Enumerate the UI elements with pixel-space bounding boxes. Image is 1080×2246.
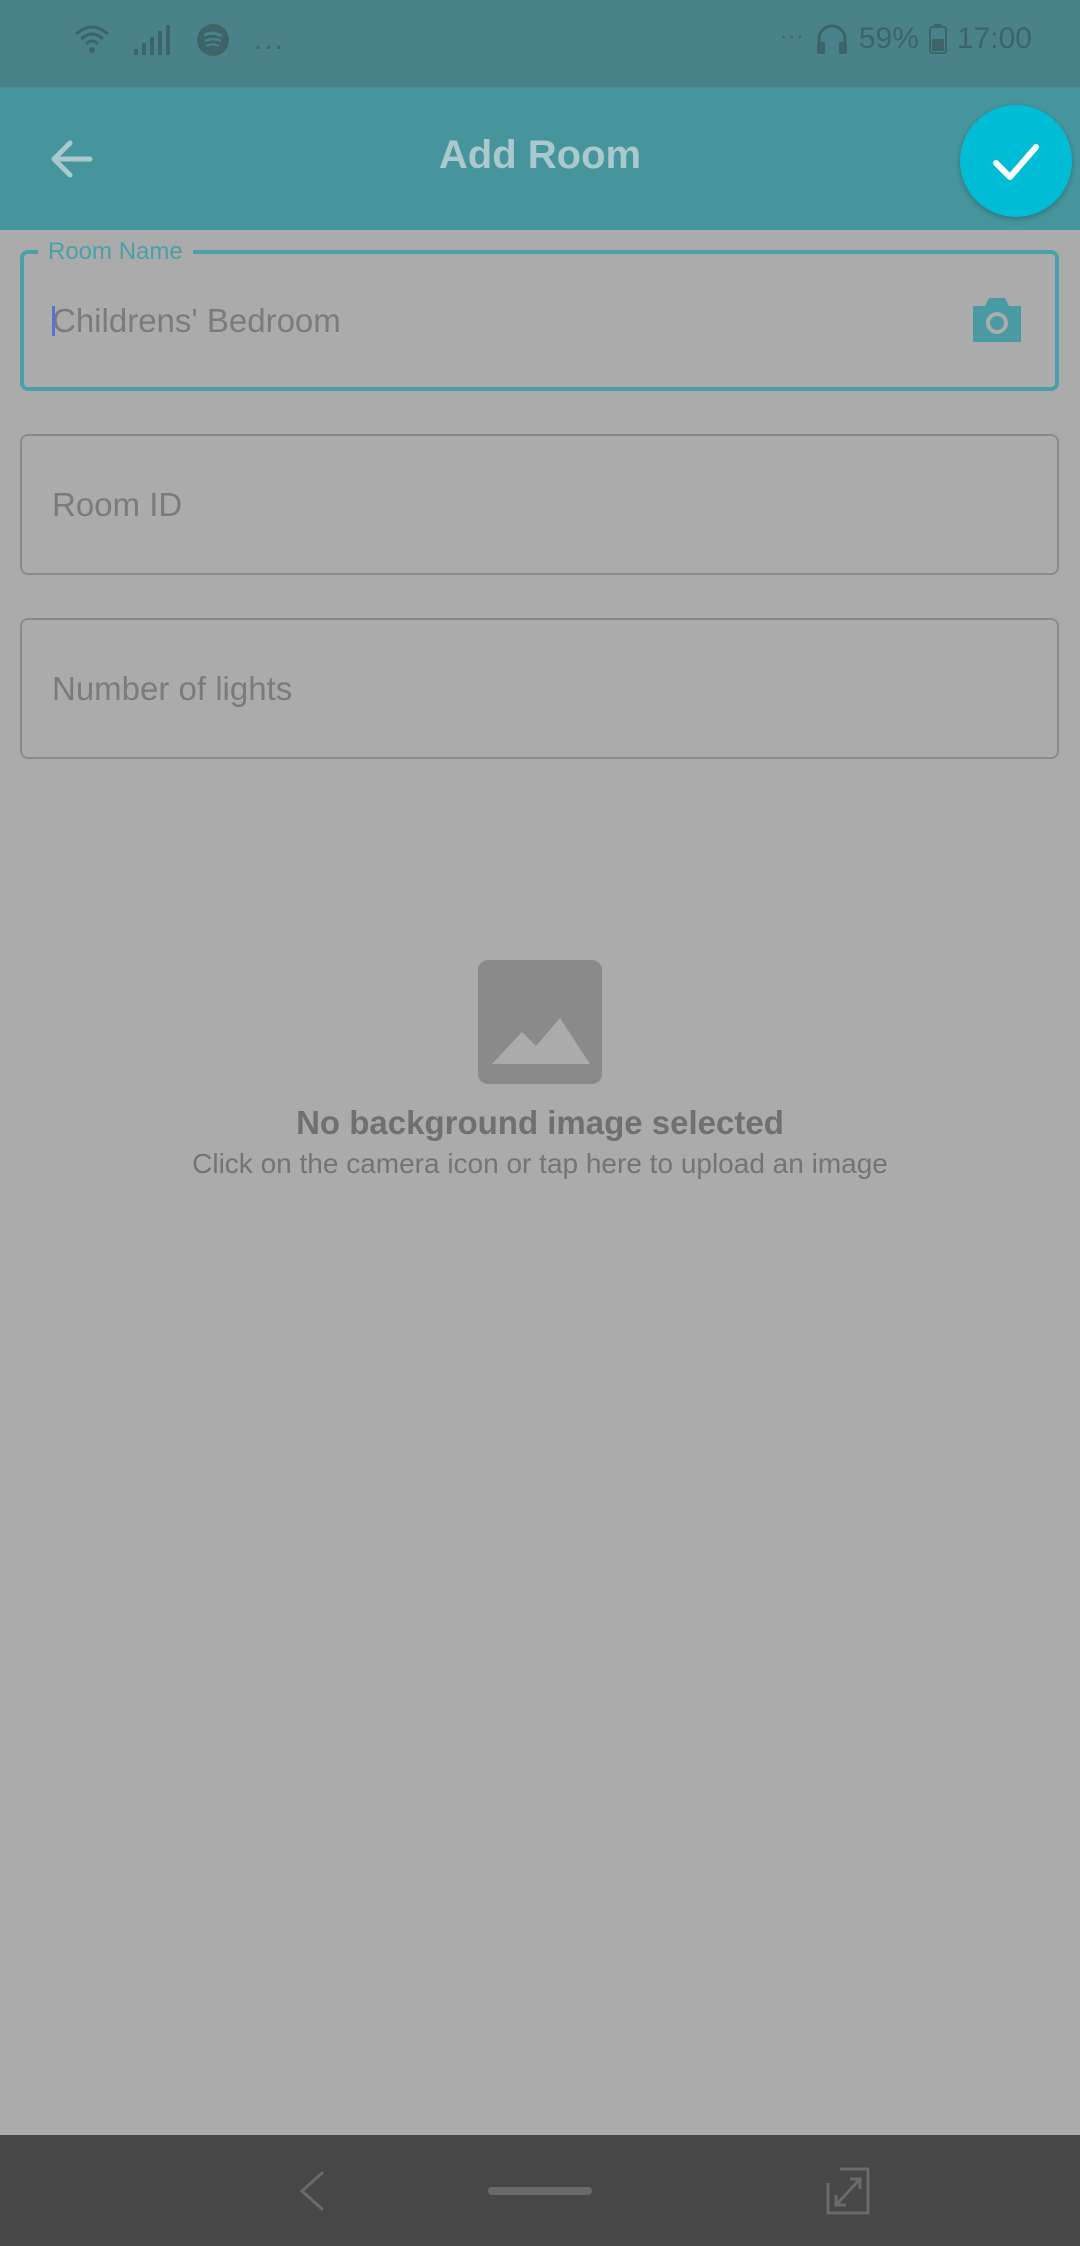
home-bar[interactable] — [488, 2187, 592, 2195]
system-nav-bar — [0, 2135, 1080, 2246]
status-right-dots: ... — [780, 18, 805, 43]
battery-icon — [928, 24, 947, 54]
status-time: 17:00 — [956, 22, 1032, 55]
number-of-lights-placeholder: Number of lights — [52, 669, 293, 707]
room-id-field[interactable]: Room ID — [20, 434, 1059, 575]
rotate-icon[interactable] — [824, 2167, 872, 2215]
status-left: ... — [74, 22, 285, 58]
room-name-value: Childrens' Bedroom — [52, 301, 341, 339]
empty-state-title: No background image selected — [296, 1104, 784, 1141]
page-title: Add Room — [438, 133, 642, 177]
spotify-icon — [197, 24, 229, 56]
nav-back-icon[interactable] — [292, 2167, 332, 2215]
room-name-field[interactable]: Room Name Childrens' Bedroom — [20, 238, 1059, 391]
status-right: ... 59% 17:00 — [781, 18, 1032, 56]
number-of-lights-field[interactable]: Number of lights — [20, 618, 1059, 759]
status-bar: ... ... 59% 17:00 — [0, 0, 1080, 87]
room-id-placeholder: Room ID — [52, 485, 183, 523]
app-bar: Add Room — [0, 87, 1080, 230]
check-icon — [993, 144, 1039, 180]
headphones-icon — [816, 24, 847, 54]
wifi-icon — [75, 25, 109, 53]
battery-percent: 59% — [858, 22, 919, 55]
camera-icon[interactable] — [969, 294, 1025, 346]
room-name-label: Room Name — [38, 238, 193, 266]
room-name-input[interactable]: Childrens' Bedroom — [52, 302, 341, 340]
status-more-dots: ... — [254, 23, 286, 56]
background-image-placeholder[interactable]: No background image selected Click on th… — [0, 960, 1080, 1180]
save-button[interactable] — [960, 105, 1072, 217]
text-cursor — [52, 305, 55, 336]
image-icon — [478, 960, 602, 1084]
signal-icon — [134, 25, 170, 55]
empty-state-subtitle: Click on the camera icon or tap here to … — [192, 1148, 888, 1179]
